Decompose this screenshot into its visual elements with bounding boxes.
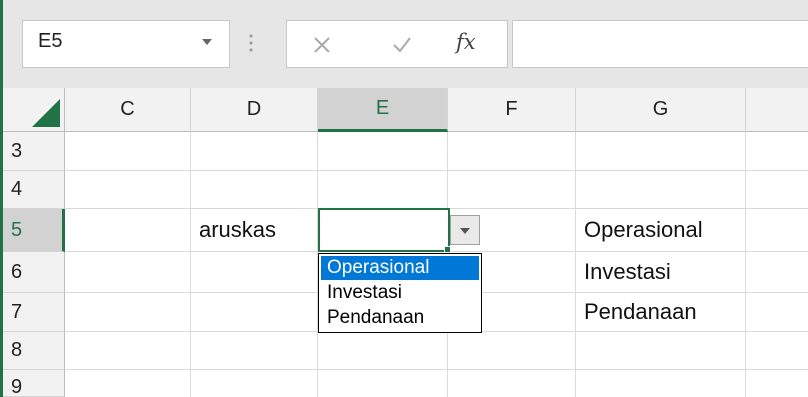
cell-g6[interactable]: Investasi xyxy=(576,252,746,293)
cell-h6[interactable] xyxy=(746,252,808,293)
cell-h4[interactable] xyxy=(746,171,808,209)
cell-c4[interactable] xyxy=(65,171,191,209)
cell-f8[interactable] xyxy=(448,332,576,370)
cell-g5[interactable]: Operasional xyxy=(576,209,746,252)
cell-h5[interactable] xyxy=(746,209,808,252)
cancel-icon[interactable] xyxy=(310,34,334,61)
cell-g4[interactable] xyxy=(576,171,746,209)
validation-dropdown-list: Operasional Investasi Pendanaan xyxy=(318,253,482,333)
column-header-d[interactable]: D xyxy=(191,88,318,132)
column-header-h[interactable] xyxy=(746,88,808,132)
enter-check-icon[interactable] xyxy=(390,34,414,61)
cell-h8[interactable] xyxy=(746,332,808,370)
formula-bar-splitter-icon[interactable] xyxy=(246,26,256,60)
cell-g9[interactable] xyxy=(576,370,746,397)
cell-h3[interactable] xyxy=(746,132,808,171)
row-header-6[interactable]: 6 xyxy=(3,252,65,293)
row-header-8[interactable]: 8 xyxy=(3,332,65,370)
cell-g7[interactable]: Pendanaan xyxy=(576,293,746,332)
dropdown-option-pendanaan[interactable]: Pendanaan xyxy=(321,306,479,330)
cell-d3[interactable] xyxy=(191,132,318,171)
cell-d4[interactable] xyxy=(191,171,318,209)
cell-h9[interactable] xyxy=(746,370,808,397)
cell-c5[interactable] xyxy=(65,209,191,252)
column-header-c[interactable]: C xyxy=(65,88,191,132)
row-header-7[interactable]: 7 xyxy=(3,293,65,332)
row-header-5[interactable]: 5 xyxy=(3,209,65,252)
name-box-value: E5 xyxy=(38,30,63,52)
cell-c9[interactable] xyxy=(65,370,191,397)
formula-input[interactable] xyxy=(512,20,808,68)
cell-h7[interactable] xyxy=(746,293,808,332)
cell-g3[interactable] xyxy=(576,132,746,171)
cell-d5[interactable]: aruskas xyxy=(191,209,318,252)
cell-e9[interactable] xyxy=(318,370,448,397)
cell-f9[interactable] xyxy=(448,370,576,397)
column-header-g[interactable]: G xyxy=(576,88,746,132)
cell-c3[interactable] xyxy=(65,132,191,171)
dropdown-arrow-icon xyxy=(460,228,470,234)
list-dropdown-button[interactable] xyxy=(450,215,480,245)
cell-f4[interactable] xyxy=(448,171,576,209)
cell-d8[interactable] xyxy=(191,332,318,370)
fill-handle[interactable] xyxy=(444,246,451,253)
row-header-9[interactable]: 9 xyxy=(3,370,65,397)
active-cell-border[interactable] xyxy=(318,208,450,252)
cell-d7[interactable] xyxy=(191,293,318,332)
row-header-4[interactable]: 4 xyxy=(3,171,65,209)
column-header-e[interactable]: E xyxy=(318,88,448,132)
cell-e3[interactable] xyxy=(318,132,448,171)
row-header-3[interactable]: 3 xyxy=(3,132,65,171)
cell-c7[interactable] xyxy=(65,293,191,332)
cell-d9[interactable] xyxy=(191,370,318,397)
dropdown-option-operasional[interactable]: Operasional xyxy=(321,256,479,280)
select-all-corner[interactable] xyxy=(3,88,65,132)
cell-f3[interactable] xyxy=(448,132,576,171)
window-accent-edge xyxy=(0,0,3,397)
select-all-triangle-icon xyxy=(32,99,60,127)
name-box-dropdown-icon[interactable] xyxy=(196,30,218,52)
insert-function-icon[interactable]: fx xyxy=(456,30,476,54)
cell-d6[interactable] xyxy=(191,252,318,293)
cell-e4[interactable] xyxy=(318,171,448,209)
cell-g8[interactable] xyxy=(576,332,746,370)
column-header-f[interactable]: F xyxy=(448,88,576,132)
dropdown-option-investasi[interactable]: Investasi xyxy=(321,281,479,305)
cell-e8[interactable] xyxy=(318,332,448,370)
cell-c8[interactable] xyxy=(65,332,191,370)
cell-c6[interactable] xyxy=(65,252,191,293)
